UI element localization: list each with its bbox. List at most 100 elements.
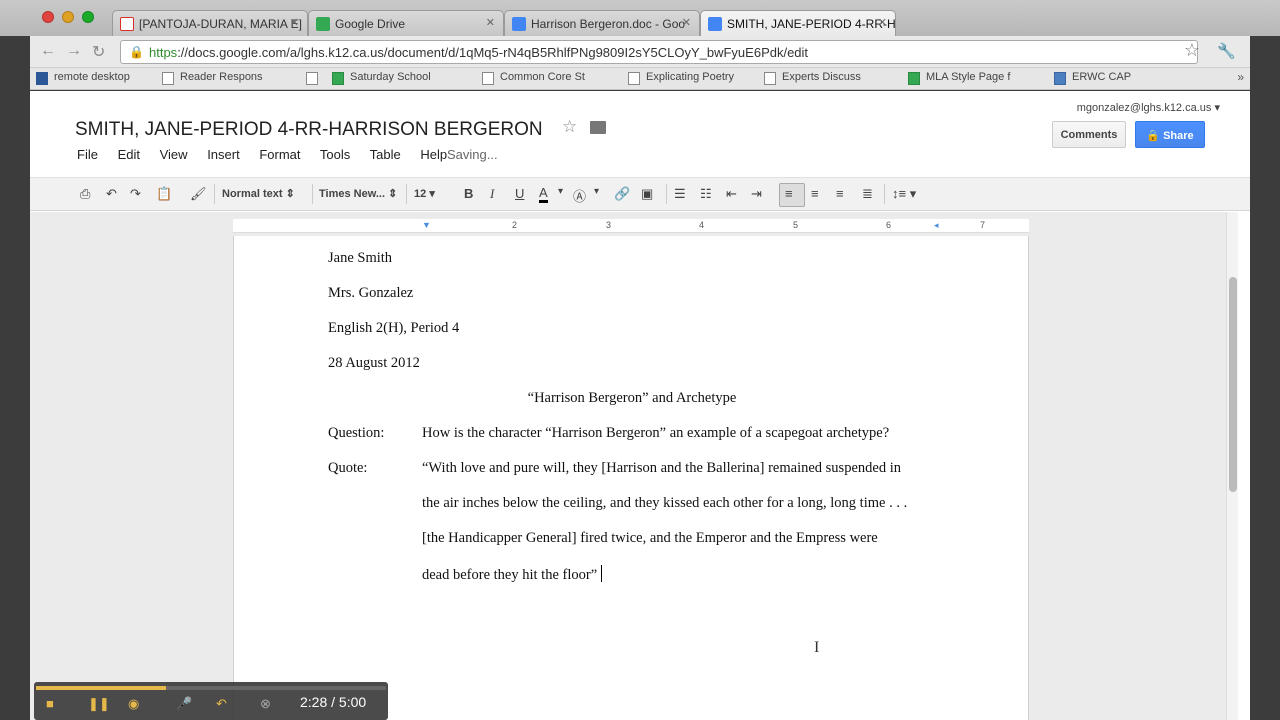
forward-arrow-icon[interactable]: →	[66, 42, 82, 60]
microphone-icon[interactable]: 🎤	[176, 696, 192, 712]
document-page[interactable]: Jane Smith Mrs. Gonzalez English 2(H), P…	[233, 236, 1029, 720]
back-arrow-icon[interactable]: ←	[40, 42, 56, 60]
tab-close-icon[interactable]: ✕	[290, 16, 299, 29]
redo-icon[interactable]: ↷	[130, 186, 141, 202]
folder-icon[interactable]	[590, 121, 606, 134]
paste-icon[interactable]: 📋	[156, 186, 172, 202]
document-canvas: ▼ 2 3 4 5 6 ◂ 7 Jane Smith Mrs. Gonzalez…	[30, 212, 1238, 720]
progress-fill	[36, 686, 166, 690]
menu-edit[interactable]: Edit	[118, 147, 140, 162]
chevron-down-icon: ▾	[429, 188, 435, 200]
reload-icon[interactable]: ↻	[92, 42, 105, 62]
navigation-bar: ← → ↻ 🔒 https://docs.google.com/a/lghs.k…	[30, 36, 1250, 68]
share-button[interactable]: 🔒 Share	[1135, 121, 1205, 148]
menu-file[interactable]: File	[77, 147, 98, 162]
cancel-icon[interactable]: ⊗	[260, 696, 271, 712]
menu-table[interactable]: Table	[370, 147, 401, 162]
bookmarks-overflow-icon[interactable]: »	[1237, 70, 1244, 84]
stop-icon[interactable]: ■	[46, 696, 54, 711]
line-spacing-icon[interactable]: ↕≡ ▾	[892, 186, 916, 202]
tab-close-icon[interactable]: ✕	[486, 16, 495, 29]
tab-gmail[interactable]: [PANTOJA-DURAN, MARIA E] ✕	[112, 10, 308, 36]
sheet-icon	[908, 72, 920, 85]
undo-recording-icon[interactable]: ↶	[216, 696, 227, 712]
quote-line: “With love and pure will, they [Harrison…	[422, 460, 901, 476]
window-minimize-button[interactable]	[62, 11, 74, 23]
bookmark-item[interactable]: Explicating Poetry	[628, 71, 734, 85]
bookmark-item[interactable]: MLA Style Page f	[908, 71, 1010, 85]
lock-icon: 🔒	[129, 45, 144, 59]
menu-format[interactable]: Format	[259, 147, 300, 162]
align-center-icon[interactable]: ≡	[811, 186, 819, 201]
menu-bar: File Edit View Insert Format Tools Table…	[77, 147, 463, 162]
tab-harrison-doc[interactable]: Harrison Bergeron.doc - Goo ✕	[504, 10, 700, 36]
bookmark-item[interactable]: ERWC CAP	[1054, 71, 1131, 85]
bookmark-item[interactable]: remote desktop	[36, 71, 130, 85]
chevron-down-icon: ▾	[1214, 102, 1220, 114]
playback-time: 2:28 / 5:00	[300, 694, 367, 710]
right-indent-marker-icon[interactable]: ◂	[934, 220, 939, 231]
quote-line: the air inches below the ceiling, and th…	[422, 495, 908, 511]
highlight-color-icon[interactable]: Ⓐ	[573, 186, 586, 205]
document-title[interactable]: SMITH, JANE-PERIOD 4-RR-HARRISON BERGERO…	[75, 119, 543, 141]
align-left-icon[interactable]: ≡	[785, 186, 793, 201]
bookmark-item[interactable]: Experts Discuss	[764, 71, 861, 85]
increase-indent-icon[interactable]: ⇥	[751, 186, 762, 202]
numbered-list-icon[interactable]: ☰	[674, 186, 686, 202]
decrease-indent-icon[interactable]: ⇤	[726, 186, 737, 202]
bulleted-list-icon[interactable]: ☷	[700, 186, 712, 202]
tab-close-icon[interactable]: ✕	[878, 16, 887, 29]
scrollbar-thumb[interactable]	[1229, 277, 1237, 492]
bold-icon[interactable]: B	[464, 186, 473, 201]
paint-format-icon[interactable]: 🖌	[190, 186, 207, 202]
indent-marker-icon[interactable]: ▼	[422, 220, 431, 230]
address-bar[interactable]: 🔒 https://docs.google.com/a/lghs.k12.ca.…	[120, 40, 1198, 64]
bookmark-item[interactable]: Reader Respons	[162, 71, 263, 85]
chevron-down-icon[interactable]: ▾	[594, 186, 599, 197]
page-icon	[764, 72, 776, 85]
ruler[interactable]: ▼ 2 3 4 5 6 ◂ 7	[233, 219, 1029, 233]
menu-tools[interactable]: Tools	[320, 147, 350, 162]
underline-icon[interactable]: U	[515, 186, 524, 201]
font-size-select[interactable]: 12 ▾	[414, 187, 435, 200]
menu-help[interactable]: Help	[420, 147, 447, 162]
webcam-icon[interactable]: ◉	[128, 696, 139, 712]
quote-line: [the Handicapper General] fired twice, a…	[422, 530, 878, 546]
menu-insert[interactable]: Insert	[207, 147, 240, 162]
image-icon[interactable]: ▣	[641, 186, 653, 202]
link-icon[interactable]: 🔗	[614, 186, 630, 202]
lock-icon: 🔒	[1146, 130, 1161, 142]
align-right-icon[interactable]: ≡	[836, 186, 844, 201]
chevron-updown-icon: ⇕	[388, 188, 398, 200]
text-color-icon[interactable]: A	[539, 186, 548, 203]
bookmark-item[interactable]: Saturday School	[332, 71, 431, 85]
chevron-down-icon[interactable]: ▾	[558, 186, 563, 197]
window-maximize-button[interactable]	[82, 11, 94, 23]
student-name: Jane Smith	[328, 250, 393, 266]
page-icon	[482, 72, 494, 85]
formatting-toolbar: ⎙ ↶ ↷ 📋 🖌 Normal text ⇕ Times New... ⇕ 1…	[30, 177, 1250, 211]
justify-icon[interactable]: ≣	[862, 186, 873, 202]
tab-smith-jane[interactable]: SMITH, JANE-PERIOD 4-RR-H ✕	[700, 10, 896, 36]
remote-desktop-icon	[36, 72, 48, 85]
print-icon[interactable]: ⎙	[80, 186, 90, 202]
style-select[interactable]: Normal text ⇕	[222, 187, 295, 200]
comments-button[interactable]: Comments	[1052, 121, 1126, 148]
italic-icon[interactable]: I	[490, 186, 494, 202]
docs-icon	[512, 17, 526, 31]
star-icon[interactable]: ☆	[562, 117, 577, 137]
window-close-button[interactable]	[42, 11, 54, 23]
wrench-icon[interactable]: 🔧	[1217, 42, 1236, 60]
progress-track[interactable]	[36, 686, 386, 690]
tab-google-drive[interactable]: Google Drive ✕	[308, 10, 504, 36]
font-select[interactable]: Times New... ⇕	[319, 187, 397, 200]
undo-icon[interactable]: ↶	[106, 186, 117, 202]
menu-view[interactable]: View	[160, 147, 188, 162]
account-menu[interactable]: mgonzalez@lghs.k12.ca.us ▾	[1077, 101, 1220, 114]
pause-icon[interactable]: ❚❚	[88, 696, 110, 712]
bookmark-item[interactable]: Common Core St	[482, 71, 585, 85]
save-status: Saving...	[447, 147, 498, 162]
bookmark-star-icon[interactable]: ☆	[1184, 40, 1200, 61]
vertical-scrollbar[interactable]	[1226, 212, 1238, 720]
tab-close-icon[interactable]: ✕	[682, 16, 691, 29]
